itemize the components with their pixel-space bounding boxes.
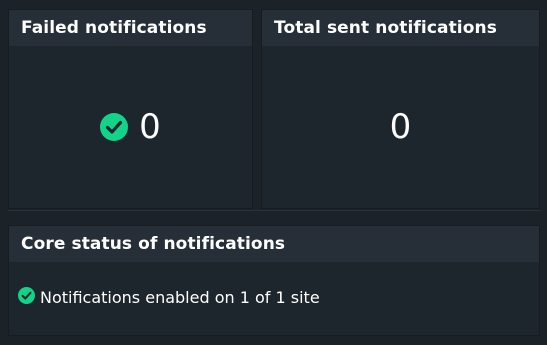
- core-status-line: Notifications enabled on 1 of 1 site: [18, 287, 320, 307]
- core-status-text: Notifications enabled on 1 of 1 site: [40, 288, 320, 307]
- core-status-title: Core status of notifications: [9, 226, 539, 262]
- failed-notifications-count: 0: [139, 107, 161, 147]
- total-sent-notifications-value-area: 0: [262, 46, 539, 208]
- total-sent-notifications-panel: Total sent notifications 0: [261, 9, 540, 209]
- failed-notifications-value-area: 0: [9, 46, 252, 208]
- total-sent-notifications-count: 0: [389, 107, 412, 147]
- failed-notifications-title: Failed notifications: [9, 10, 252, 46]
- check-circle-icon: [18, 287, 35, 304]
- total-sent-notifications-title: Total sent notifications: [262, 10, 539, 46]
- core-status-panel: Core status of notifications Notificatio…: [8, 225, 540, 336]
- section-divider: [8, 210, 540, 211]
- failed-notifications-panel: Failed notifications 0: [8, 9, 253, 209]
- dashboard: Failed notifications 0 Total sent notifi…: [0, 0, 547, 345]
- check-circle-icon: [100, 113, 129, 141]
